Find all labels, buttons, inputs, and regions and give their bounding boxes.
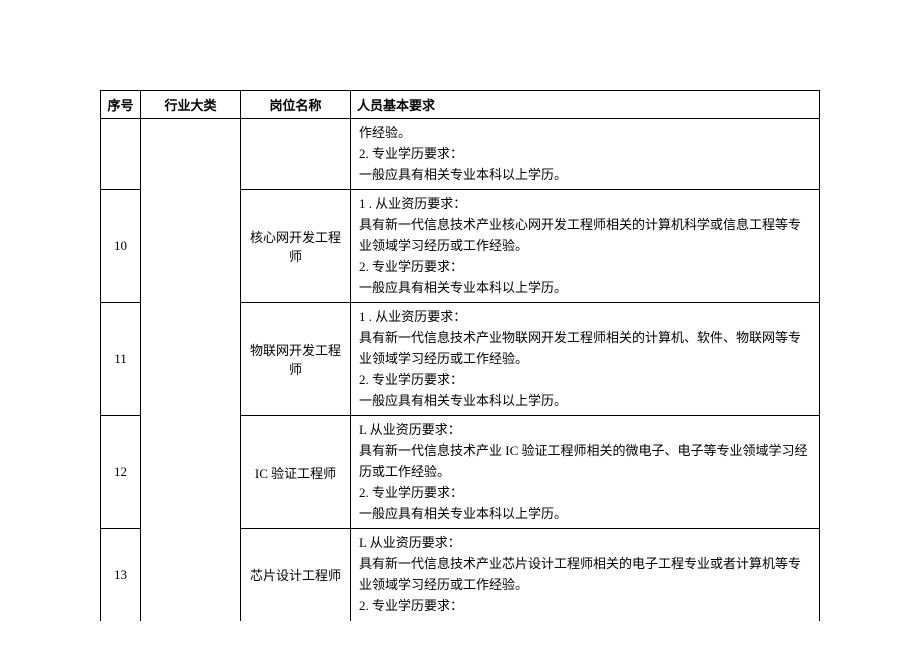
cell-seq: 12 [101, 416, 141, 529]
table-header-row: 序号 行业大类 岗位名称 人员基本要求 [101, 91, 820, 119]
header-position: 岗位名称 [241, 91, 351, 119]
cell-requirement: 作经验。2. 专业学历要求：一般应具有相关专业本科以上学历。 [351, 119, 820, 190]
cell-requirement: 1 . 从业资历要求：具有新一代信息技术产业物联网开发工程师相关的计算机、软件、… [351, 303, 820, 416]
cell-requirement: 1 . 从业资历要求：具有新一代信息技术产业核心网开发工程师相关的计算机科学或信… [351, 190, 820, 303]
cell-position: 核心网开发工程师 [241, 190, 351, 303]
cell-seq: 11 [101, 303, 141, 416]
header-requirement: 人员基本要求 [351, 91, 820, 119]
header-category: 行业大类 [141, 91, 241, 119]
cell-seq [101, 119, 141, 190]
cell-category-merged [141, 119, 241, 621]
header-seq: 序号 [101, 91, 141, 119]
table-row: 作经验。2. 专业学历要求：一般应具有相关专业本科以上学历。 [101, 119, 820, 190]
cell-seq: 13 [101, 529, 141, 621]
cell-position [241, 119, 351, 190]
cell-position: 芯片设计工程师 [241, 529, 351, 621]
requirements-table: 序号 行业大类 岗位名称 人员基本要求 作经验。2. 专业学历要求：一般应具有相… [100, 90, 820, 621]
cell-requirement: L 从业资历要求：具有新一代信息技术产业 IC 验证工程师相关的微电子、电子等专… [351, 416, 820, 529]
cell-requirement: L 从业资历要求：具有新一代信息技术产业芯片设计工程师相关的电子工程专业或者计算… [351, 529, 820, 621]
cell-position: IC 验证工程师 [241, 416, 351, 529]
cell-seq: 10 [101, 190, 141, 303]
cell-position: 物联网开发工程师 [241, 303, 351, 416]
